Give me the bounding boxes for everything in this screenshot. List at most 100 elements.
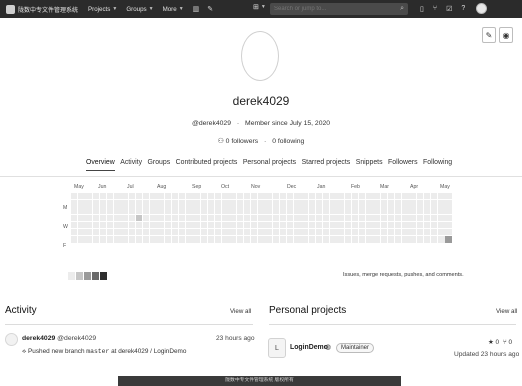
calendar-day-cell[interactable] <box>431 236 438 243</box>
calendar-day-cell[interactable] <box>272 207 279 214</box>
calendar-day-cell[interactable] <box>251 229 258 236</box>
calendar-day-cell[interactable] <box>150 214 157 221</box>
calendar-day-cell[interactable] <box>337 221 344 229</box>
calendar-day-cell[interactable] <box>366 229 373 236</box>
calendar-day-cell[interactable] <box>445 200 452 207</box>
calendar-day-cell[interactable] <box>78 193 85 200</box>
calendar-day-cell[interactable] <box>294 221 301 229</box>
calendar-day-cell[interactable] <box>222 200 229 207</box>
calendar-day-cell[interactable] <box>171 236 179 243</box>
calendar-day-cell[interactable] <box>315 200 323 207</box>
calendar-day-cell[interactable] <box>222 221 229 229</box>
calendar-day-cell[interactable] <box>395 214 402 221</box>
calendar-day-cell[interactable] <box>330 236 337 243</box>
issues-icon[interactable]: ▯ <box>420 5 424 13</box>
calendar-day-cell[interactable] <box>373 207 380 214</box>
calendar-day-cell[interactable] <box>200 207 207 214</box>
calendar-day-cell[interactable] <box>157 236 164 243</box>
calendar-day-cell[interactable] <box>344 207 351 214</box>
calendar-day-cell[interactable] <box>128 229 135 236</box>
calendar-day-cell[interactable] <box>330 221 337 229</box>
calendar-day-cell[interactable] <box>366 193 373 200</box>
calendar-day-cell[interactable] <box>121 229 128 236</box>
calendar-day-cell[interactable] <box>236 200 243 207</box>
calendar-day-cell[interactable] <box>215 236 222 243</box>
calendar-day-cell[interactable] <box>323 236 330 243</box>
calendar-day-cell[interactable] <box>402 214 409 221</box>
calendar-day-cell[interactable] <box>186 229 193 236</box>
calendar-day-cell[interactable] <box>323 200 330 207</box>
calendar-day-cell[interactable] <box>330 214 337 221</box>
calendar-day-cell[interactable] <box>272 214 279 221</box>
calendar-day-cell[interactable] <box>402 200 409 207</box>
edit-profile-button[interactable]: ✎ <box>482 27 496 43</box>
calendar-day-cell[interactable] <box>308 236 315 243</box>
calendar-day-cell[interactable] <box>207 221 215 229</box>
calendar-day-cell[interactable] <box>395 229 402 236</box>
search-input[interactable] <box>274 6 384 12</box>
calendar-day-cell[interactable] <box>251 236 258 243</box>
calendar-day-cell[interactable] <box>200 214 207 221</box>
calendar-day-cell[interactable] <box>294 193 301 200</box>
calendar-day-cell[interactable] <box>258 200 265 207</box>
calendar-day-cell[interactable] <box>135 236 143 243</box>
calendar-day-cell[interactable] <box>215 193 222 200</box>
calendar-day-cell[interactable] <box>416 200 423 207</box>
calendar-day-cell[interactable] <box>186 221 193 229</box>
calendar-day-cell[interactable] <box>416 221 423 229</box>
calendar-day-cell[interactable] <box>337 236 344 243</box>
calendar-day-cell[interactable] <box>323 193 330 200</box>
calendar-day-cell[interactable] <box>157 229 164 236</box>
projects-view-all-link[interactable]: View all <box>496 308 517 315</box>
calendar-day-cell[interactable] <box>143 236 150 243</box>
calendar-day-cell[interactable] <box>78 236 85 243</box>
calendar-day-cell[interactable] <box>236 229 243 236</box>
calendar-day-cell[interactable] <box>272 221 279 229</box>
calendar-day-cell[interactable] <box>438 229 445 236</box>
calendar-day-cell[interactable] <box>323 207 330 214</box>
calendar-day-cell[interactable] <box>186 236 193 243</box>
calendar-day-cell[interactable] <box>387 207 395 214</box>
calendar-day-cell[interactable] <box>179 229 186 236</box>
calendar-day-cell[interactable] <box>78 214 85 221</box>
calendar-day-cell[interactable] <box>431 193 438 200</box>
calendar-day-cell[interactable] <box>207 229 215 236</box>
calendar-day-cell[interactable] <box>380 229 387 236</box>
calendar-day-cell[interactable] <box>380 214 387 221</box>
calendar-day-cell[interactable] <box>359 236 366 243</box>
calendar-day-cell[interactable] <box>323 221 330 229</box>
calendar-day-cell[interactable] <box>71 214 78 221</box>
calendar-day-cell[interactable] <box>330 207 337 214</box>
tab-following[interactable]: Following <box>423 159 452 171</box>
calendar-day-cell[interactable] <box>222 229 229 236</box>
calendar-day-cell[interactable] <box>416 229 423 236</box>
calendar-day-cell[interactable] <box>251 200 258 207</box>
calendar-day-cell[interactable] <box>395 207 402 214</box>
tab-groups[interactable]: Groups <box>148 159 171 171</box>
calendar-day-cell[interactable] <box>143 200 150 207</box>
followers-count[interactable]: 0 followers <box>226 138 259 145</box>
calendar-day-cell[interactable] <box>373 214 380 221</box>
calendar-day-cell[interactable] <box>258 236 265 243</box>
calendar-day-cell[interactable] <box>207 200 215 207</box>
calendar-day-cell[interactable] <box>402 193 409 200</box>
calendar-day-cell[interactable] <box>431 207 438 214</box>
calendar-day-cell[interactable] <box>359 200 366 207</box>
calendar-day-cell[interactable] <box>351 207 359 214</box>
calendar-day-cell[interactable] <box>143 229 150 236</box>
calendar-day-cell[interactable] <box>387 229 395 236</box>
calendar-day-cell[interactable] <box>265 229 272 236</box>
calendar-day-cell[interactable] <box>308 214 315 221</box>
calendar-day-cell[interactable] <box>308 207 315 214</box>
calendar-day-cell[interactable] <box>107 229 114 236</box>
calendar-day-cell[interactable] <box>351 221 359 229</box>
calendar-day-cell[interactable] <box>308 193 315 200</box>
calendar-day-cell[interactable] <box>287 207 294 214</box>
calendar-day-cell[interactable] <box>92 214 99 221</box>
calendar-day-cell[interactable] <box>366 221 373 229</box>
calendar-day-cell[interactable] <box>315 236 323 243</box>
calendar-day-cell[interactable] <box>171 214 179 221</box>
calendar-day-cell[interactable] <box>164 229 171 236</box>
calendar-day-cell[interactable] <box>402 236 409 243</box>
calendar-day-cell[interactable] <box>135 229 143 236</box>
